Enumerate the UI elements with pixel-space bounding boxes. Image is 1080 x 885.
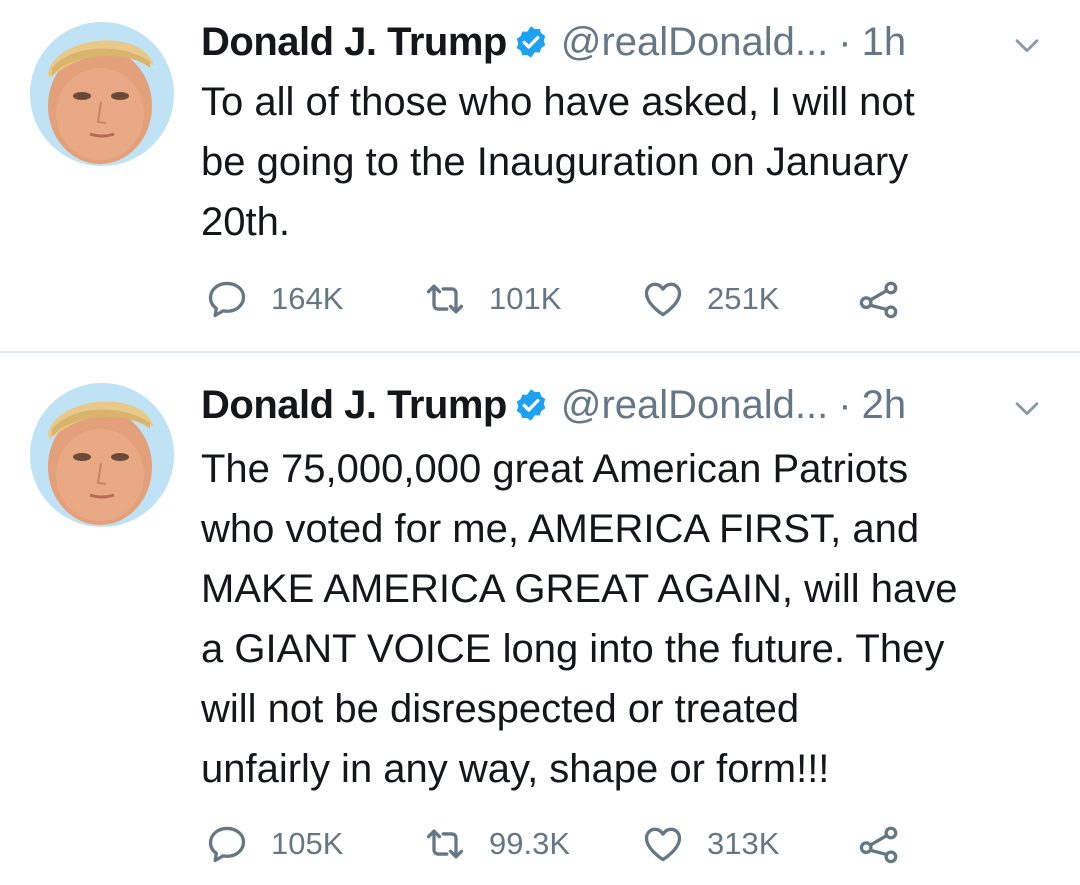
share-icon [859,281,898,319]
retweet-icon [426,284,464,314]
tweet-header: Donald J. Trump @realDonald... · 2h [201,381,906,429]
tweet-actions: 164K 101K 251K [205,274,925,324]
reply-button[interactable]: 164K [205,274,343,324]
share-button[interactable] [857,819,901,869]
tweet-text: The 75,000,000 great American Patriots w… [201,447,958,791]
author-name[interactable]: Donald J. Trump [201,383,507,428]
tweet-actions: 105K 99.3K 313K [205,819,925,869]
author-handle[interactable]: @realDonald... [561,383,828,428]
author-handle[interactable]: @realDonald... [561,20,828,65]
reply-count: 105K [271,826,344,861]
reply-button[interactable]: 105K [205,819,343,869]
reply-icon [208,826,246,863]
heart-icon [644,827,682,862]
chevron-down-icon[interactable] [1010,391,1044,425]
retweet-button[interactable]: 99.3K [423,819,570,869]
verified-badge-icon [513,387,549,423]
share-button[interactable] [857,274,901,324]
retweet-button[interactable]: 101K [423,274,561,324]
reply-icon [208,281,246,318]
retweet-count: 99.3K [489,826,571,861]
retweet-icon [426,829,464,859]
tweet[interactable]: Donald J. Trump @realDonald... · 1h To a… [0,0,1080,352]
retweet-count: 101K [489,281,562,316]
verified-badge-icon [513,24,549,60]
reply-count: 164K [271,281,344,316]
chevron-down-icon[interactable] [1010,28,1044,62]
tweet-header: Donald J. Trump @realDonald... · 1h [201,18,906,66]
author-name[interactable]: Donald J. Trump [201,20,507,65]
share-icon [859,826,898,864]
timestamp[interactable]: 1h [862,20,907,65]
like-count: 251K [707,281,780,316]
tweet[interactable]: Donald J. Trump @realDonald... · 2h The … [0,353,1080,885]
avatar[interactable] [30,22,174,166]
avatar[interactable] [30,383,174,527]
separator-dot: · [838,382,852,427]
like-count: 313K [707,826,780,861]
like-button[interactable]: 313K [641,819,779,869]
separator-dot: · [838,19,852,64]
timestamp[interactable]: 2h [862,383,907,428]
heart-icon [644,282,682,317]
like-button[interactable]: 251K [641,274,779,324]
tweet-text: To all of those who have asked, I will n… [201,80,915,244]
